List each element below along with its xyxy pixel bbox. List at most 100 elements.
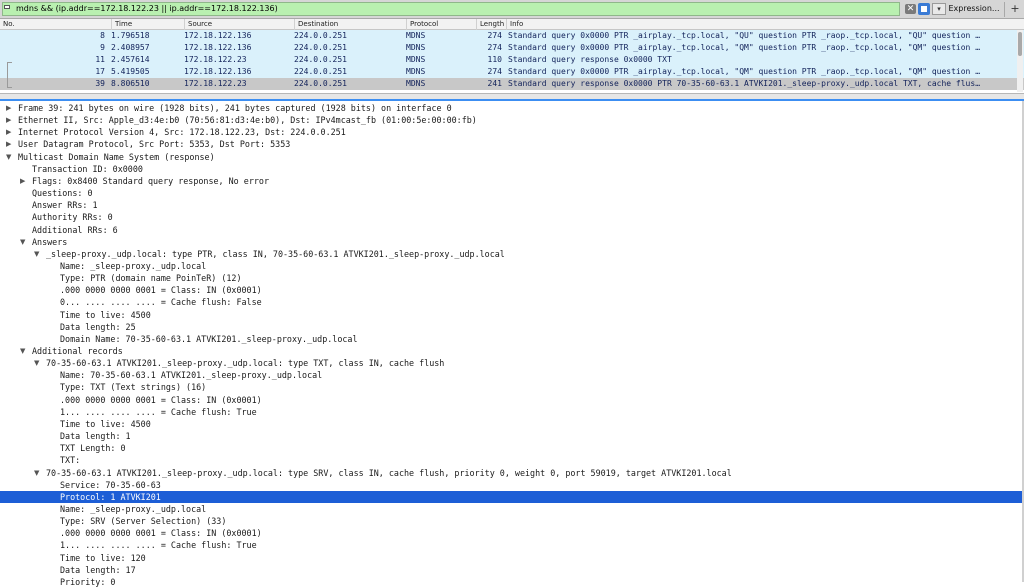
tree-item[interactable]: ▶ Frame 39: 241 bytes on wire (1928 bits)… [0, 102, 1024, 114]
tree-item-label: 1... .... .... .... = Cache flush: True [60, 406, 257, 417]
tree-item-label: Questions: 0 [32, 188, 93, 199]
tree-item[interactable]: Time to live: 4500 [0, 309, 1024, 321]
tree-item-label: .000 0000 0000 0001 = Class: IN (0x0001) [60, 394, 262, 405]
tree-item[interactable]: Authority RRs: 0 [0, 211, 1024, 223]
tree-item[interactable]: ▼ 70-35-60-63.1 ATVKI201._sleep-proxy._ud… [0, 357, 1024, 369]
packet-source: 172.18.122.23 [184, 55, 247, 64]
tree-item[interactable]: ▼ Answers [0, 236, 1024, 248]
tree-item[interactable]: Transaction ID: 0x0000 [0, 163, 1024, 175]
column-header-no[interactable]: No. [0, 19, 111, 30]
tree-item[interactable]: Service: 70-35-60-63 [0, 479, 1024, 491]
packet-row[interactable]: 11 2.457614 172.18.122.23 224.0.0.251 MD… [0, 54, 1024, 66]
tree-item-label: 70-35-60-63.1 ATVKI201._sleep-proxy._udp… [46, 358, 445, 369]
tree-item-label: Data length: 17 [60, 564, 136, 575]
clear-filter-icon[interactable]: ✕ [905, 4, 916, 14]
tree-item[interactable]: ▶ User Datagram Protocol, Src Port: 5353,… [0, 138, 1024, 150]
collapsed-arrow-icon[interactable]: ▶ [6, 126, 14, 138]
collapsed-arrow-icon[interactable]: ▶ [6, 102, 14, 114]
column-header-destination[interactable]: Destination [294, 19, 406, 30]
collapsed-arrow-icon[interactable]: ▶ [20, 175, 28, 187]
tree-item[interactable]: ▼ _sleep-proxy._udp.local: type PTR, clas… [0, 248, 1024, 260]
packet-source: 172.18.122.23 [184, 79, 247, 88]
tree-item[interactable]: Name: _sleep-proxy._udp.local [0, 503, 1024, 515]
expanded-arrow-icon[interactable]: ▼ [34, 248, 42, 260]
tree-item[interactable]: Answer RRs: 1 [0, 199, 1024, 211]
tree-item-label: User Datagram Protocol, Src Port: 5353, … [18, 139, 291, 150]
tree-item[interactable]: ▶ Ethernet II, Src: Apple_d3:4e:b0 (70:56… [0, 114, 1024, 126]
expression-button[interactable]: Expression... [948, 3, 1000, 15]
tree-item[interactable]: Additional RRs: 6 [0, 224, 1024, 236]
tree-item[interactable]: TXT Length: 0 [0, 442, 1024, 454]
packet-protocol: MDNS [406, 55, 426, 64]
collapsed-arrow-icon[interactable]: ▶ [6, 138, 14, 150]
tree-item[interactable]: Name: _sleep-proxy._udp.local [0, 260, 1024, 272]
expanded-arrow-icon[interactable]: ▼ [20, 236, 28, 248]
tree-item-label: Answers [32, 236, 68, 247]
tree-item[interactable]: 0... .... .... .... = Cache flush: False [0, 296, 1024, 308]
packet-protocol: MDNS [406, 43, 426, 52]
tree-item-label: Data length: 25 [60, 321, 136, 332]
packet-protocol: MDNS [406, 79, 426, 88]
packet-source: 172.18.122.136 [184, 67, 252, 76]
tree-item[interactable]: Questions: 0 [0, 187, 1024, 199]
expanded-arrow-icon[interactable]: ▼ [34, 357, 42, 369]
display-filter-input[interactable]: mdns && (ip.addr==172.18.122.23 || ip.ad… [2, 2, 900, 16]
tree-item[interactable]: Time to live: 4500 [0, 418, 1024, 430]
tree-item[interactable]: Domain Name: 70-35-60-63.1 ATVKI201._sle… [0, 333, 1024, 345]
tree-item[interactable]: 1... .... .... .... = Cache flush: True [0, 539, 1024, 551]
tree-item[interactable]: Time to live: 120 [0, 552, 1024, 564]
column-header-info[interactable]: Info [506, 19, 1024, 30]
tree-item[interactable]: Name: 70-35-60-63.1 ATVKI201._sleep-prox… [0, 369, 1024, 381]
tree-item[interactable]: ▼ Additional records [0, 345, 1024, 357]
tree-item-label: Answer RRs: 1 [32, 200, 98, 211]
tree-item[interactable]: Type: SRV (Server Selection) (33) [0, 515, 1024, 527]
tree-item[interactable]: ▼ Multicast Domain Name System (response) [0, 151, 1024, 163]
related-packet-marker [7, 62, 12, 63]
column-header-source[interactable]: Source [184, 19, 294, 30]
expanded-arrow-icon[interactable]: ▼ [6, 151, 14, 163]
packet-row[interactable]: 8 1.796518 172.18.122.136 224.0.0.251 MD… [0, 30, 1024, 42]
column-header-protocol[interactable]: Protocol [406, 19, 476, 30]
tree-item[interactable]: Data length: 25 [0, 321, 1024, 333]
tree-item[interactable]: ▼ 70-35-60-63.1 ATVKI201._sleep-proxy._ud… [0, 467, 1024, 479]
column-header-length[interactable]: Length [476, 19, 506, 30]
expanded-arrow-icon[interactable]: ▼ [34, 467, 42, 479]
add-filter-button[interactable]: + [1008, 2, 1022, 16]
tree-item[interactable]: Type: TXT (Text strings) (16) [0, 381, 1024, 393]
tree-item[interactable]: 1... .... .... .... = Cache flush: True [0, 406, 1024, 418]
filter-bookmark-icon[interactable] [4, 5, 10, 9]
apply-filter-button[interactable] [918, 3, 930, 15]
tree-item[interactable]: .000 0000 0000 0001 = Class: IN (0x0001) [0, 284, 1024, 296]
tree-item[interactable]: TXT: [0, 454, 1024, 466]
tree-item[interactable]: Type: PTR (domain name PoinTeR) (12) [0, 272, 1024, 284]
column-header-time[interactable]: Time [111, 19, 184, 30]
tree-item[interactable]: Data length: 1 [0, 430, 1024, 442]
tree-item[interactable]: .000 0000 0000 0001 = Class: IN (0x0001) [0, 394, 1024, 406]
tree-item-label: Authority RRs: 0 [32, 212, 113, 223]
packet-source: 172.18.122.136 [184, 43, 252, 52]
packet-list: 8 1.796518 172.18.122.136 224.0.0.251 MD… [0, 30, 1024, 93]
packet-row-selected[interactable]: 39 8.806510 172.18.122.23 224.0.0.251 MD… [0, 78, 1024, 90]
packet-row[interactable]: 17 5.419505 172.18.122.136 224.0.0.251 M… [0, 66, 1024, 78]
tree-item[interactable]: .000 0000 0000 0001 = Class: IN (0x0001) [0, 527, 1024, 539]
tree-item[interactable]: ▶ Flags: 0x8400 Standard query response, … [0, 175, 1024, 187]
collapsed-arrow-icon[interactable]: ▶ [6, 114, 14, 126]
packet-protocol: MDNS [406, 67, 426, 76]
tree-item[interactable]: ▶ Internet Protocol Version 4, Src: 172.1… [0, 126, 1024, 138]
packet-list-scroll-thumb[interactable] [1018, 32, 1022, 56]
tree-item-label: _sleep-proxy._udp.local: type PTR, class… [46, 248, 505, 259]
tree-item-label: Type: SRV (Server Selection) (33) [60, 516, 227, 527]
packet-length: 274 [487, 31, 502, 40]
packet-row[interactable]: 9 2.408957 172.18.122.136 224.0.0.251 MD… [0, 42, 1024, 54]
expanded-arrow-icon[interactable]: ▼ [20, 345, 28, 357]
recent-filters-dropdown-icon[interactable]: ▾ [932, 3, 946, 15]
tree-item[interactable]: Data length: 17 [0, 564, 1024, 576]
tree-item-selected[interactable]: Protocol: 1 ATVKI201 [0, 490, 1024, 503]
